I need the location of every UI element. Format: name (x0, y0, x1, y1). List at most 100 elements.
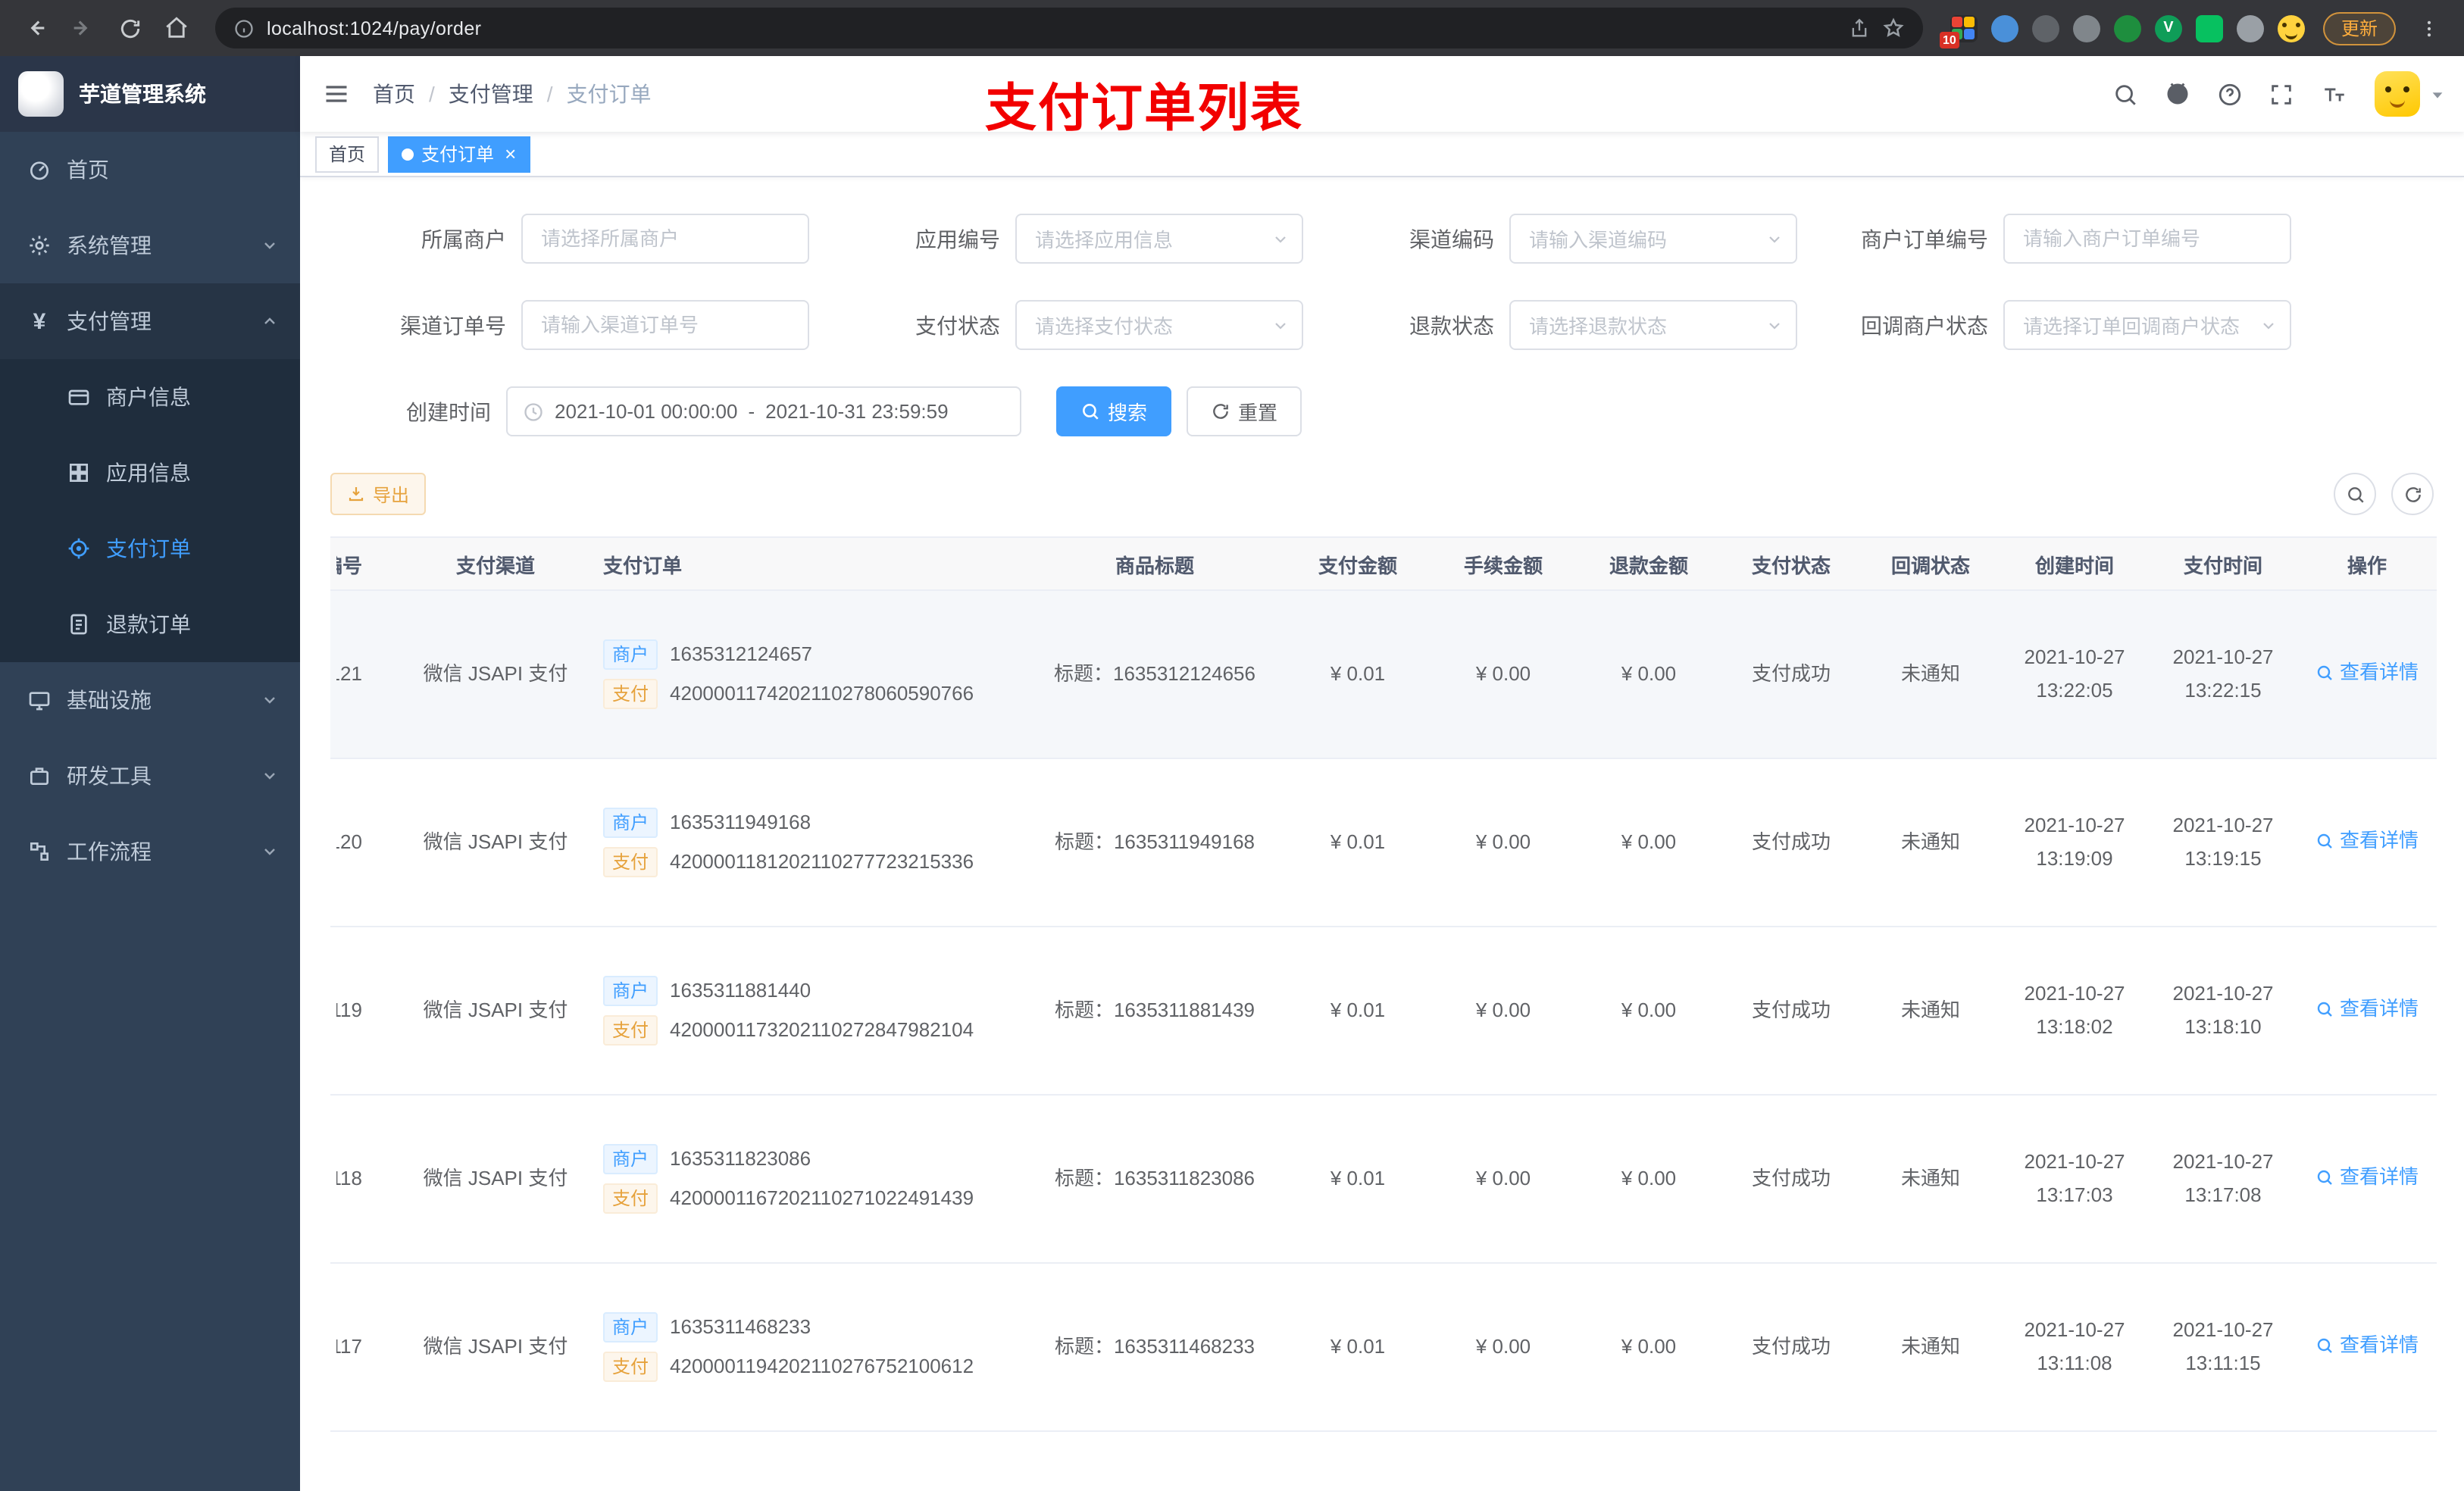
table-row[interactable]: 118 微信 JSAPI 支付 商户 1635311823086 支付 420000… (330, 1095, 2437, 1264)
owner-input[interactable] (521, 214, 809, 264)
app-select[interactable]: 请选择应用信息 (1015, 214, 1303, 264)
site-info-icon[interactable] (233, 17, 255, 39)
sidebar-item-payment[interactable]: ¥ 支付管理 (0, 283, 300, 359)
cell-channel: 微信 JSAPI 支付 (403, 590, 588, 759)
sidebar-item-pay-order[interactable]: 支付订单 (0, 511, 300, 586)
view-detail-link[interactable]: 查看详情 (2315, 992, 2419, 1026)
cell-create-time: 2021-10-27 13:11:08 (2000, 1263, 2149, 1432)
sidebar-item-app-info[interactable]: 应用信息 (0, 435, 300, 511)
merchant-tag: 商户 (603, 808, 658, 839)
sidebar: 芋道管理系统 首页 系统管理 ¥ 支付管理 商户信息 应用信息 支付订单 退款订… (0, 56, 300, 1491)
cell-id: 121 (330, 590, 403, 759)
cell-id: 119 (330, 927, 403, 1096)
share-icon[interactable] (1849, 17, 1870, 39)
cell-order: 商户 1635311949168 支付 4200001181202110277723… (588, 758, 1024, 927)
date-range-picker[interactable]: 2021-10-01 00:00:00 - 2021-10-31 23:59:5… (506, 386, 1021, 436)
extension-icon-green[interactable] (2113, 14, 2141, 42)
user-menu[interactable] (2375, 71, 2446, 117)
view-detail-link[interactable]: 查看详情 (2315, 824, 2419, 858)
search-icon[interactable] (2112, 81, 2138, 107)
github-icon[interactable] (2164, 80, 2191, 108)
sidebar-item-home[interactable]: 首页 (0, 132, 300, 208)
extension-icon-v[interactable]: V (2154, 14, 2182, 42)
extensions-area: 10 V (1939, 14, 2314, 48)
sidebar-item-label: 系统管理 (67, 233, 152, 258)
sidebar-menu: 首页 系统管理 ¥ 支付管理 商户信息 应用信息 支付订单 退款订单 基础设施 … (0, 132, 300, 1491)
extension-icon-gray1[interactable] (2031, 14, 2059, 42)
cell-pay-time: 2021-10-27 13:11:15 (2149, 1263, 2297, 1432)
tab-home[interactable]: 首页 (315, 136, 380, 172)
search-button[interactable]: 搜索 (1056, 386, 1172, 436)
sidebar-item-refund-order[interactable]: 退款订单 (0, 586, 300, 662)
cell-channel: 微信 JSAPI 支付 (403, 1095, 588, 1264)
view-detail-link[interactable]: 查看详情 (2315, 656, 2419, 689)
sidebar-item-infra[interactable]: 基础设施 (0, 662, 300, 738)
merchant-order-input[interactable] (2003, 214, 2291, 264)
bookmark-star-icon[interactable] (1882, 17, 1905, 39)
field-label: 创建时间 (406, 399, 491, 424)
cell-id: 117 (330, 1263, 403, 1432)
cell-actions: 查看详情 (2297, 590, 2437, 759)
cell-create-time: 2021-10-27 13:18:02 (2000, 927, 2149, 1096)
hamburger-icon[interactable] (300, 56, 373, 132)
refresh-icon[interactable] (2391, 473, 2434, 515)
cell-actions (2297, 1431, 2437, 1491)
table-row[interactable]: 120 微信 JSAPI 支付 商户 1635311949168 支付 420000… (330, 758, 2437, 927)
dashboard-icon (27, 158, 52, 182)
sidebar-item-system[interactable]: 系统管理 (0, 208, 300, 283)
back-icon[interactable] (15, 8, 56, 48)
extension-icon-grid[interactable]: 10 (1939, 14, 1978, 48)
chevron-down-icon (1765, 316, 1784, 334)
table-row[interactable]: 117 微信 JSAPI 支付 商户 1635311468233 支付 420000… (330, 1263, 2437, 1432)
home-icon[interactable] (156, 8, 197, 48)
view-detail-link[interactable]: 查看详情 (2315, 1161, 2419, 1194)
browser-update-button[interactable]: 更新 (2322, 11, 2396, 45)
pay-state-select[interactable]: 请选择支付状态 (1015, 300, 1303, 350)
orders-table: 编号 支付渠道 支付订单 商品标题 支付金额 手续金额 退款金额 支付状态 回调… (330, 536, 2437, 1491)
breadcrumb-pay[interactable]: 支付管理 (449, 79, 533, 109)
extension-puzzle-icon[interactable] (2236, 14, 2264, 42)
refund-state-select[interactable]: 请选择退款状态 (1509, 300, 1797, 350)
sidebar-item-workflow[interactable]: 工作流程 (0, 814, 300, 889)
channel-order-input[interactable] (521, 300, 809, 350)
sidebar-item-dev-tools[interactable]: 研发工具 (0, 738, 300, 814)
merchant-tag: 商户 (603, 1144, 658, 1175)
extension-icon-face[interactable] (2277, 14, 2305, 42)
cell-notify: 未通知 (1861, 1095, 2000, 1264)
extension-icon-chat[interactable] (2195, 14, 2223, 42)
chevron-down-icon (261, 767, 279, 785)
sidebar-item-merchant-info[interactable]: 商户信息 (0, 359, 300, 435)
cell-fee: ¥ 0.00 (1431, 590, 1576, 759)
notify-state-select[interactable]: 请选择订单回调商户状态 (2003, 300, 2291, 350)
col-pay-time: 支付时间 (2149, 536, 2297, 591)
fullscreen-icon[interactable] (2269, 81, 2294, 107)
table-row[interactable]: 119 微信 JSAPI 支付 商户 1635311881440 支付 420000… (330, 927, 2437, 1096)
toggle-search-icon[interactable] (2334, 473, 2376, 515)
tab-pay-order[interactable]: 支付订单 × (388, 136, 530, 172)
cell-pay-time: 2021-10-27 13:18:10 (2149, 927, 2297, 1096)
close-icon[interactable]: × (505, 144, 516, 164)
font-size-icon[interactable] (2320, 81, 2349, 107)
toolbar-right (2334, 473, 2434, 515)
view-detail-link[interactable]: 查看详情 (2315, 1329, 2419, 1362)
export-button[interactable]: 导出 (330, 473, 427, 515)
reset-button[interactable]: 重置 (1187, 386, 1302, 436)
address-bar[interactable]: localhost:1024/pay/order (215, 8, 1923, 48)
table-row[interactable]: 121 微信 JSAPI 支付 商户 1635312124657 支付 420000… (330, 590, 2437, 759)
app-logo[interactable]: 芋道管理系统 (0, 56, 300, 132)
extension-icon-blue[interactable] (1990, 14, 2018, 42)
export-button-label: 导出 (373, 484, 410, 505)
field-refund-state: 退款状态 请选择退款状态 (1318, 300, 1797, 350)
forward-icon[interactable] (62, 8, 103, 48)
channel-code-select[interactable]: 请输入渠道编码 (1509, 214, 1797, 264)
breadcrumb-home[interactable]: 首页 (373, 79, 415, 109)
help-icon[interactable] (2217, 81, 2243, 107)
field-create-time: 创建时间 2021-10-01 00:00:00 - 2021-10-31 23… (330, 386, 1021, 436)
cell-title: 标题：1635311881439 (1024, 927, 1285, 1096)
kebab-menu-icon[interactable] (2408, 8, 2449, 48)
table-row[interactable]: 116 微信 JSAPI 支付 商户1635311051736 (330, 1431, 2437, 1491)
reload-icon[interactable] (109, 8, 150, 48)
url-text[interactable]: localhost:1024/pay/order (267, 17, 1837, 39)
pay-order-no: 4200001181202110277723215336 (670, 849, 974, 872)
extension-icon-gray2[interactable] (2072, 14, 2100, 42)
